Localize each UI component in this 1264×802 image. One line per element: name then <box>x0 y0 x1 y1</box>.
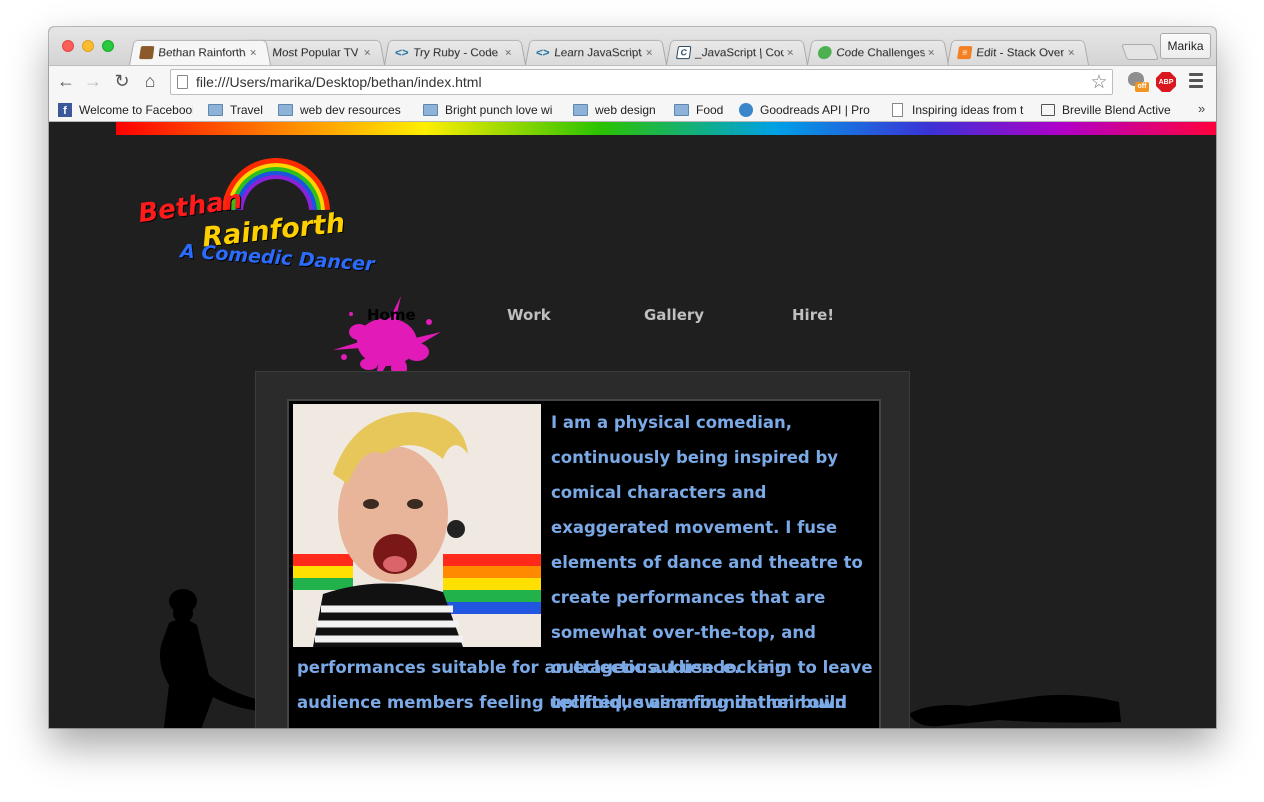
bookmark-web-dev-resources[interactable]: web dev resources <box>278 101 408 118</box>
bio-text-full: performances suitable for an eclectic au… <box>297 658 873 712</box>
bookmark-star-icon[interactable]: ☆ <box>1086 71 1112 94</box>
folder-icon <box>573 103 588 116</box>
browser-toolbar: ← → ↻ ⌂ file:///Users/marika/Desktop/bet… <box>49 65 1216 97</box>
adblock-icon[interactable]: ABP <box>1156 72 1176 92</box>
minimize-window-button[interactable] <box>82 40 94 52</box>
bookmark-label: Travel <box>230 102 263 117</box>
back-arrow-icon[interactable]: ← <box>55 70 77 92</box>
close-tab-icon[interactable]: × <box>1064 46 1079 59</box>
tab-stackoverflow[interactable]: ≡ Edit - Stack Over × <box>947 39 1089 65</box>
tab-learn-javascript[interactable]: <> Learn JavaScript × <box>525 39 667 65</box>
page-viewport: Bethan Rainforth A Comedic Dancer Home W… <box>49 122 1216 728</box>
tab-title: Code Challenges <box>835 46 926 60</box>
close-tab-icon[interactable]: × <box>246 46 261 59</box>
url-text: file:///Users/marika/Desktop/bethan/inde… <box>196 74 482 90</box>
content-panel: I am a physical comedian, continuously b… <box>255 371 910 728</box>
browser-window: ≡ Edit - Stack Over × Code Challenges × … <box>49 27 1216 728</box>
home-icon[interactable]: ⌂ <box>139 70 161 92</box>
menu-icon[interactable] <box>1189 73 1203 89</box>
dancer-silhouette-right <box>909 694 1121 727</box>
bookmark-food[interactable]: Food <box>674 101 726 118</box>
nav-home[interactable]: Home <box>367 306 416 324</box>
zoom-window-button[interactable] <box>102 40 114 52</box>
tab-title: Bethan Rainforth <box>157 46 247 60</box>
bookmark-label: Breville Blend Active <box>1062 102 1171 117</box>
bookmark-label: Bright punch love wi <box>445 102 553 117</box>
close-tab-icon[interactable]: × <box>642 46 657 59</box>
bag-icon <box>1041 103 1055 116</box>
bookmark-facebook[interactable]: f Welcome to Facebook <box>58 101 193 118</box>
bookmarks-bar: f Welcome to Facebook Travel web dev res… <box>49 97 1216 122</box>
off-badge: off <box>1135 82 1149 92</box>
profile-button[interactable]: Marika <box>1160 33 1211 59</box>
folder-icon <box>208 103 223 116</box>
bookmark-label: Goodreads API | Pro <box>760 102 870 117</box>
code-icon: <> <box>534 46 551 60</box>
tab-title: _JavaScript | Code <box>694 46 785 60</box>
document-icon <box>892 102 903 117</box>
bookmark-label: Inspiring ideas from t <box>912 102 1024 117</box>
tab-title: Most Popular TV <box>271 46 360 60</box>
tab-javascript-codecademy[interactable]: C _JavaScript | Code × <box>666 39 808 65</box>
folder-icon <box>674 103 689 116</box>
forward-arrow-icon[interactable]: → <box>82 70 104 92</box>
nav-work[interactable]: Work <box>507 306 551 324</box>
tab-title: Learn JavaScript <box>553 46 643 60</box>
address-bar[interactable]: file:///Users/marika/Desktop/bethan/inde… <box>170 69 1113 95</box>
close-tab-icon[interactable]: × <box>783 46 798 59</box>
stackoverflow-icon: ≡ <box>956 46 973 60</box>
bookmark-label: Welcome to Facebook <box>79 102 193 117</box>
bio-box: I am a physical comedian, continuously b… <box>287 399 881 728</box>
bethan-portrait-photo <box>293 404 541 647</box>
puzzle-icon <box>739 102 753 117</box>
rainbow-banner <box>116 122 1216 135</box>
tab-code-challenges[interactable]: Code Challenges × <box>807 39 949 65</box>
bookmark-goodreads[interactable]: Goodreads API | Pro <box>739 101 874 118</box>
bookmark-label: web dev resources <box>300 102 401 117</box>
cat-extension-icon[interactable]: off <box>1127 71 1149 93</box>
code-icon: <> <box>393 46 410 60</box>
bookmark-travel[interactable]: Travel <box>208 101 268 118</box>
folder-icon <box>423 103 438 116</box>
folder-icon <box>278 103 293 116</box>
bookmark-inspiring-ideas[interactable]: Inspiring ideas from t <box>892 101 1026 118</box>
tab-try-ruby[interactable]: <> Try Ruby - Code × <box>384 39 526 65</box>
site-logo[interactable]: Bethan Rainforth A Comedic Dancer <box>134 152 394 282</box>
hexagon-icon <box>816 46 833 60</box>
bookmark-web-design[interactable]: web design <box>573 101 663 118</box>
nav-hire[interactable]: Hire! <box>792 306 834 324</box>
nav-gallery[interactable]: Gallery <box>644 306 704 324</box>
close-tab-icon[interactable]: × <box>501 46 516 59</box>
bookmark-breville[interactable]: Breville Blend Active <box>1041 101 1175 118</box>
page-icon <box>177 75 188 89</box>
close-tab-icon[interactable]: × <box>924 46 939 59</box>
mask-icon <box>138 46 155 60</box>
tab-strip: ≡ Edit - Stack Over × Code Challenges × … <box>49 27 1216 65</box>
reload-icon[interactable]: ↻ <box>111 70 133 92</box>
new-tab-button[interactable] <box>1121 44 1159 60</box>
tab-title: Try Ruby - Code <box>412 46 499 60</box>
codecademy-icon: C <box>675 46 692 60</box>
bookmarks-overflow-icon[interactable]: » <box>1198 101 1205 116</box>
bookmark-bright-punch[interactable]: Bright punch love wi <box>423 101 559 118</box>
bookmark-label: Food <box>696 102 724 117</box>
facebook-icon: f <box>58 102 72 117</box>
close-window-button[interactable] <box>62 40 74 52</box>
bookmark-label: web design <box>595 102 656 117</box>
close-tab-icon[interactable]: × <box>360 46 375 59</box>
site-nav: Home Work Gallery Hire! <box>319 292 879 388</box>
tab-bethan-rainforth[interactable]: Bethan Rainforth × <box>129 39 271 65</box>
tab-title: Edit - Stack Over <box>975 46 1065 60</box>
